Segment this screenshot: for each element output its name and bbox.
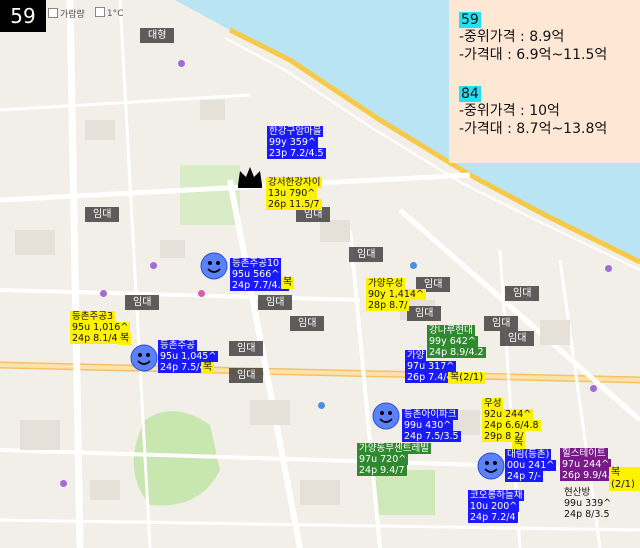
apartment-label[interactable]: 코오롱하늘채 10u 200^ 24p 7.2/4 xyxy=(468,490,525,523)
poi-marker[interactable] xyxy=(410,262,417,269)
rental-label: 임대 xyxy=(349,247,384,262)
smiley-icon xyxy=(477,452,505,480)
rental-label: 임대 xyxy=(258,295,293,310)
poi-marker[interactable] xyxy=(198,290,205,297)
apartment-label[interactable]: 가양동부센트레빌 97u 720^ 24p 9.4/7 xyxy=(357,443,431,476)
price-range: -가격대 : 6.9억~11.5억 xyxy=(459,47,608,63)
map-toolbar: 가람량 1°C xyxy=(48,6,123,20)
poi-marker[interactable] xyxy=(60,480,67,487)
crown-icon xyxy=(238,167,262,188)
size-heading: 84 xyxy=(459,86,481,102)
apartment-label[interactable]: 대림(등촌) 00u 241^ 24p 7/- xyxy=(505,449,557,482)
rental-label: 임대 xyxy=(125,295,160,310)
map-view[interactable]: 59 가람량 1°C 59 -중위가격 : 8.9억 -가격대 : 6.9억~1… xyxy=(0,0,640,548)
poi-marker[interactable] xyxy=(150,262,157,269)
apartment-label[interactable]: 한강구암마을 99y 359^ 23p 7.2/4.5 xyxy=(267,126,326,159)
median-price: -중위가격 : 10억 xyxy=(459,103,560,119)
rental-label: 임대 xyxy=(500,331,535,346)
poi-marker[interactable] xyxy=(178,60,185,67)
size-badge: 59 xyxy=(0,0,46,32)
price-range: -가격대 : 8.7억~13.8억 xyxy=(459,121,608,137)
poi-marker[interactable] xyxy=(100,290,107,297)
toolbar-option-1[interactable]: 가람량 xyxy=(48,7,85,20)
rental-label: 임대 xyxy=(484,316,519,331)
rental-label: 임대 xyxy=(229,368,264,383)
note-label: 복 xyxy=(201,362,215,374)
note-label: 복 xyxy=(281,277,295,289)
poi-marker[interactable] xyxy=(605,265,612,272)
smiley-icon xyxy=(130,344,158,372)
note-label: 복(2/1) xyxy=(448,372,486,384)
price-info-panel: 59 -중위가격 : 8.9억 -가격대 : 6.9억~11.5억 84 -중위… xyxy=(449,0,640,163)
apartment-label[interactable]: 가양우성 90y 1,414^ 28p 8.7/ xyxy=(366,278,426,311)
rental-label: 임대 xyxy=(229,341,264,356)
toolbar-option-2[interactable]: 1°C xyxy=(94,7,123,19)
rental-label: 대형 xyxy=(140,28,175,43)
smiley-icon xyxy=(200,252,228,280)
median-price: -중위가격 : 8.9억 xyxy=(459,29,565,45)
apartment-label[interactable]: 등촌아이파크 99u 430^ 24p 7.5/3.5 xyxy=(402,409,461,442)
apartment-label[interactable]: 현산방 99u 339^ 24p 8/3.5 xyxy=(562,487,613,520)
rental-label: 임대 xyxy=(85,207,120,222)
apartment-label[interactable]: 우성 92u 244^ 24p 6.6/4.8 29p 8.2/ xyxy=(482,398,541,442)
smiley-icon xyxy=(372,402,400,430)
poi-marker[interactable] xyxy=(318,402,325,409)
rental-label: 임대 xyxy=(290,316,325,331)
note-label: 복(2/1) xyxy=(609,467,640,491)
apartment-label[interactable]: 강서한강자이 13u 790^ 26p 11.5/7 xyxy=(266,177,323,210)
apartment-label[interactable]: 등촌주공10 95u 566^ 24p 7.7/4.4 xyxy=(230,258,289,291)
poi-marker[interactable] xyxy=(590,385,597,392)
note-label: 복 xyxy=(118,333,132,345)
size-heading: 59 xyxy=(459,12,481,28)
rental-label: 임대 xyxy=(505,286,540,301)
note-label: 복 xyxy=(512,437,526,449)
